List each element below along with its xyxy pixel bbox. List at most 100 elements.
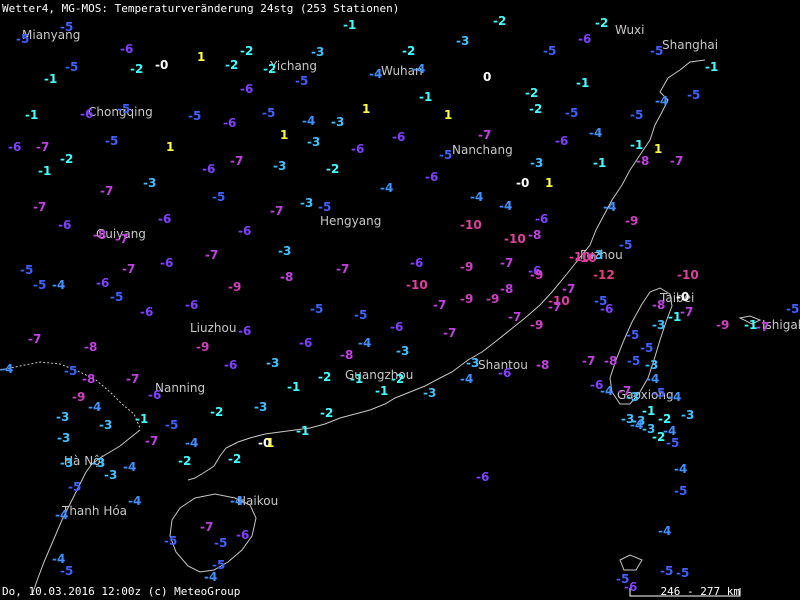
station-value: -6 bbox=[158, 212, 172, 226]
city-label: Shanghai bbox=[662, 38, 719, 52]
station-value: -10 bbox=[575, 251, 597, 265]
station-value: -2 bbox=[320, 406, 334, 420]
station-value: 0 bbox=[483, 70, 492, 84]
station-value: -1 bbox=[705, 60, 719, 74]
station-value: -5 bbox=[110, 290, 124, 304]
station-value: -6 bbox=[120, 42, 134, 56]
station-value: 1 bbox=[280, 128, 289, 142]
station-value: -5 bbox=[64, 364, 78, 378]
station-value: -5 bbox=[786, 302, 800, 316]
station-value: -1 bbox=[630, 138, 644, 152]
island-south bbox=[619, 554, 643, 571]
station-value: -5 bbox=[262, 106, 276, 120]
station-value: -10 bbox=[460, 218, 482, 232]
station-value: -4 bbox=[589, 126, 603, 140]
city-label: Liuzhou bbox=[190, 321, 237, 335]
station-value: -4 bbox=[630, 418, 644, 432]
station-value: -4 bbox=[88, 400, 102, 414]
station-value: -8 bbox=[636, 154, 650, 168]
station-value: -3 bbox=[423, 386, 437, 400]
station-value: -6 bbox=[202, 162, 216, 176]
station-value: -8 bbox=[604, 354, 618, 368]
station-value: -1 bbox=[668, 310, 682, 324]
station-value: -3 bbox=[530, 156, 544, 170]
station-value: -2 bbox=[318, 370, 332, 384]
map-title: Wetter4, MG-MOS: Temperaturveränderung 2… bbox=[2, 2, 400, 15]
station-value: -4 bbox=[603, 200, 617, 214]
station-value: -4 bbox=[499, 199, 513, 213]
station-value: -1 bbox=[576, 76, 590, 90]
station-value: -6 bbox=[148, 388, 162, 402]
station-value: -2 bbox=[263, 62, 277, 76]
city-label: Nanchang bbox=[452, 143, 513, 157]
station-value: 1 bbox=[266, 436, 275, 450]
station-value: -4 bbox=[123, 460, 137, 474]
station-value: -1 bbox=[593, 156, 607, 170]
station-value: -3 bbox=[266, 356, 280, 370]
station-value: -2 bbox=[228, 452, 242, 466]
station-value: -3 bbox=[466, 356, 480, 370]
station-value: -6 bbox=[238, 224, 252, 238]
station-value: -4 bbox=[128, 494, 142, 508]
station-value: -2 bbox=[402, 44, 416, 58]
station-value: -5 bbox=[188, 109, 202, 123]
station-value: -8 bbox=[500, 282, 514, 296]
station-value: -9 bbox=[625, 214, 639, 228]
station-value: -3 bbox=[104, 468, 118, 482]
station-value: -7 bbox=[680, 305, 694, 319]
station-value: -3 bbox=[652, 318, 666, 332]
station-value: -5 bbox=[630, 108, 644, 122]
station-value: -8 bbox=[280, 270, 294, 284]
station-value: -6 bbox=[578, 32, 592, 46]
station-value: -7 bbox=[756, 320, 770, 334]
station-value: -4 bbox=[230, 494, 244, 508]
station-value: -8 bbox=[528, 228, 542, 242]
station-value: -4 bbox=[674, 462, 688, 476]
station-value: -4 bbox=[412, 62, 426, 76]
station-value: -5 bbox=[687, 88, 701, 102]
weather-map: Wetter4, MG-MOS: Temperaturveränderung 2… bbox=[0, 0, 800, 600]
station-value: -5 bbox=[33, 278, 47, 292]
station-value: -4 bbox=[204, 570, 218, 584]
station-value: 1 bbox=[444, 108, 453, 122]
station-value: -9 bbox=[72, 390, 86, 404]
station-value: -3 bbox=[254, 400, 268, 414]
station-value: -8 bbox=[340, 348, 354, 362]
city-label: Nanning bbox=[155, 381, 206, 395]
station-value: -7 bbox=[433, 298, 447, 312]
station-value: -7 bbox=[200, 520, 214, 534]
station-value: -8 bbox=[93, 228, 107, 242]
station-value: -7 bbox=[115, 232, 129, 246]
station-value: -4 bbox=[460, 372, 474, 386]
station-value: -7 bbox=[230, 154, 244, 168]
station-value: -4 bbox=[600, 384, 614, 398]
station-value: -7 bbox=[562, 282, 576, 296]
station-value: -3 bbox=[57, 431, 71, 445]
station-value: -7 bbox=[336, 262, 350, 276]
station-value: -3 bbox=[143, 176, 157, 190]
station-value: -5 bbox=[60, 20, 74, 34]
station-value: -4 bbox=[646, 372, 660, 386]
station-value: -9 bbox=[530, 318, 544, 332]
station-value: -1 bbox=[38, 164, 52, 178]
station-value: -8 bbox=[82, 372, 96, 386]
station-value: -7 bbox=[122, 262, 136, 276]
station-value: -4 bbox=[470, 190, 484, 204]
station-value: -3 bbox=[92, 456, 106, 470]
station-value: -3 bbox=[456, 34, 470, 48]
station-value: -0 bbox=[516, 176, 530, 190]
station-value: -5 bbox=[640, 341, 654, 355]
station-value: -6 bbox=[140, 305, 154, 319]
station-value: -7 bbox=[126, 372, 140, 386]
station-value: -4 bbox=[0, 362, 14, 376]
station-value: -6 bbox=[351, 142, 365, 156]
station-value: -5 bbox=[20, 263, 34, 277]
station-value: -3 bbox=[300, 196, 314, 210]
station-value: -6 bbox=[224, 358, 238, 372]
station-value: -5 bbox=[660, 564, 674, 578]
station-value: -2 bbox=[60, 152, 74, 166]
station-value: 1 bbox=[545, 176, 554, 190]
station-value: 1 bbox=[654, 142, 663, 156]
station-value: -7 bbox=[33, 200, 47, 214]
station-value: -2 bbox=[326, 162, 340, 176]
